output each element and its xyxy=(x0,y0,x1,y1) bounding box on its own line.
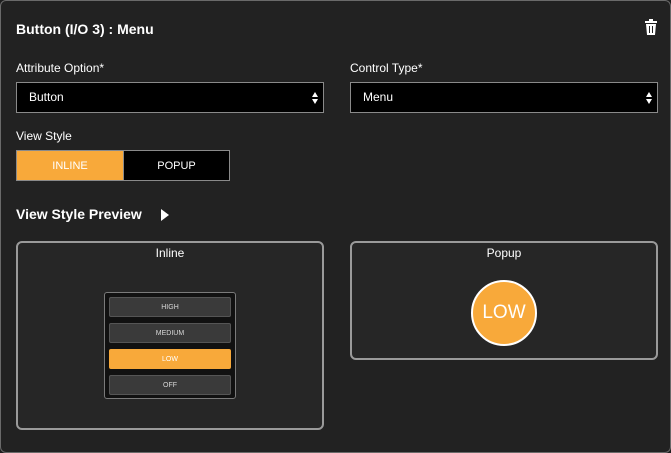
attribute-option-select[interactable]: Button xyxy=(16,82,324,113)
popup-preview-title: Popup xyxy=(486,246,522,260)
attribute-option-value: Button xyxy=(29,90,64,104)
play-arrow-icon[interactable] xyxy=(160,208,170,222)
view-style-inline-button[interactable]: INLINE xyxy=(16,150,124,181)
control-type-select[interactable]: Menu xyxy=(350,82,658,113)
menu-item-medium: MEDIUM xyxy=(109,323,231,343)
select-arrows-icon xyxy=(646,92,652,104)
select-arrows-icon xyxy=(312,92,318,104)
control-type-label: Control Type* xyxy=(350,61,423,75)
preview-section-title: View Style Preview xyxy=(16,206,142,222)
panel-title: Button (I/O 3) : Menu xyxy=(16,21,154,37)
attribute-panel: Button (I/O 3) : Menu Attribute Option* … xyxy=(0,0,671,453)
trash-icon[interactable] xyxy=(644,19,658,35)
attribute-option-label: Attribute Option* xyxy=(16,61,105,75)
control-type-value: Menu xyxy=(363,90,394,104)
view-style-popup-button[interactable]: POPUP xyxy=(123,150,230,181)
view-style-label: View Style xyxy=(16,129,72,143)
popup-preview-button[interactable]: LOW xyxy=(471,280,537,346)
menu-item-low: LOW xyxy=(109,349,231,369)
menu-item-off: OFF xyxy=(109,375,231,395)
menu-item-high: HIGH xyxy=(109,297,231,317)
inline-preview-title: Inline xyxy=(155,246,185,260)
inline-menu-list: HIGH MEDIUM LOW OFF xyxy=(104,292,236,399)
